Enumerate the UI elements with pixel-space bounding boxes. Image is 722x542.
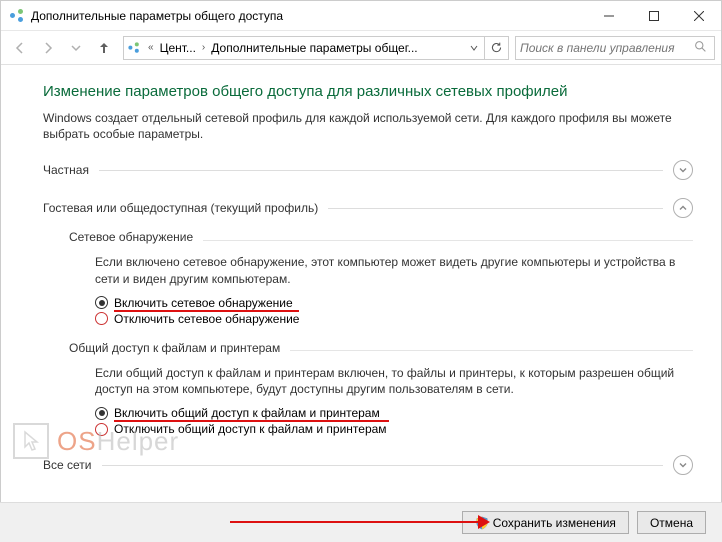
section-label: Гостевая или общедоступная (текущий проф… — [43, 201, 318, 215]
radio-icon — [95, 312, 108, 325]
chevron-down-icon[interactable] — [673, 455, 693, 475]
subsection-description: Если общий доступ к файлам и принтерам в… — [69, 365, 693, 397]
subsection-network-discovery: Сетевое обнаружение Если включено сетево… — [43, 230, 693, 326]
refresh-button[interactable] — [484, 37, 508, 59]
save-changes-button[interactable]: Сохранить изменения — [462, 511, 629, 534]
search-icon[interactable] — [694, 40, 710, 56]
navigation-bar: « Цент... › Дополнительные параметры общ… — [1, 31, 721, 65]
section-guest[interactable]: Гостевая или общедоступная (текущий проф… — [43, 194, 693, 222]
watermark: OSHelper — [13, 423, 179, 459]
radio-network-discovery-on[interactable]: Включить сетевое обнаружение — [95, 295, 693, 311]
radio-label: Отключить сетевое обнаружение — [114, 312, 299, 326]
title-bar: Дополнительные параметры общего доступа — [1, 1, 721, 31]
cursor-icon — [13, 423, 49, 459]
chevron-down-icon[interactable] — [673, 160, 693, 180]
forward-button[interactable] — [35, 35, 61, 61]
shield-icon — [475, 516, 489, 530]
up-button[interactable] — [91, 35, 117, 61]
radio-file-sharing-on[interactable]: Включить общий доступ к файлам и принтер… — [95, 405, 693, 421]
minimize-button[interactable] — [586, 1, 631, 30]
radio-network-discovery-off[interactable]: Отключить сетевое обнаружение — [95, 311, 693, 327]
address-dropdown-icon[interactable] — [464, 41, 484, 55]
network-sharing-center-icon — [124, 40, 144, 56]
maximize-button[interactable] — [631, 1, 676, 30]
page-description: Windows создает отдельный сетевой профил… — [43, 110, 693, 142]
watermark-os: OS — [57, 426, 97, 456]
radio-label: Включить общий доступ к файлам и принтер… — [114, 406, 380, 420]
subsection-title: Сетевое обнаружение — [69, 230, 193, 244]
recent-locations-button[interactable] — [63, 35, 89, 61]
subsection-description: Если включено сетевое обнаружение, этот … — [69, 254, 693, 286]
annotation-arrow — [230, 512, 490, 532]
radio-label: Включить сетевое обнаружение — [114, 296, 293, 310]
subsection-title: Общий доступ к файлам и принтерам — [69, 341, 280, 355]
section-label: Все сети — [43, 458, 92, 472]
cancel-button[interactable]: Отмена — [637, 511, 706, 534]
search-box[interactable] — [515, 36, 715, 60]
breadcrumb-item[interactable]: Цент... — [158, 37, 198, 59]
address-bar[interactable]: « Цент... › Дополнительные параметры общ… — [123, 36, 509, 60]
footer-bar: Сохранить изменения Отмена — [0, 502, 722, 542]
back-button[interactable] — [7, 35, 33, 61]
close-button[interactable] — [676, 1, 721, 30]
button-label: Сохранить изменения — [493, 516, 616, 530]
breadcrumb-item[interactable]: Дополнительные параметры общег... — [209, 37, 419, 59]
radio-icon — [95, 407, 108, 420]
content-area: Изменение параметров общего доступа для … — [1, 65, 721, 503]
watermark-helper: Helper — [97, 426, 180, 456]
page-heading: Изменение параметров общего доступа для … — [43, 83, 693, 100]
network-sharing-center-icon — [9, 8, 25, 24]
breadcrumb-chevron-icon[interactable]: › — [198, 42, 209, 53]
section-private[interactable]: Частная — [43, 156, 693, 184]
radio-icon — [95, 296, 108, 309]
radio-file-sharing-off[interactable]: Отключить общий доступ к файлам и принте… — [95, 421, 693, 437]
button-label: Отмена — [650, 516, 693, 530]
window-title: Дополнительные параметры общего доступа — [31, 9, 586, 23]
section-label: Частная — [43, 163, 89, 177]
search-input[interactable] — [520, 41, 694, 55]
breadcrumb-chevron-icon[interactable]: « — [144, 42, 158, 53]
chevron-up-icon[interactable] — [673, 198, 693, 218]
